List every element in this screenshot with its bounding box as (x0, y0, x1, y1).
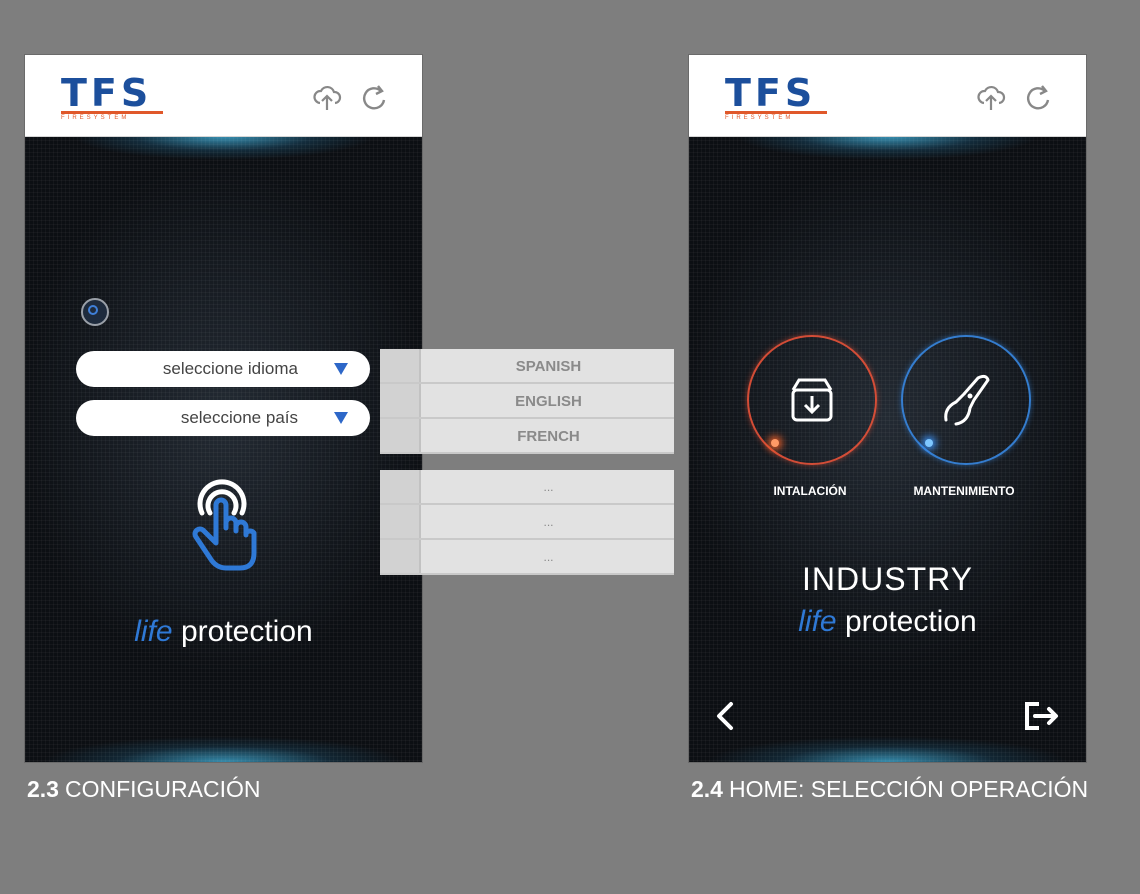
back-arrow-icon[interactable] (711, 700, 739, 732)
pliers-icon (944, 374, 990, 426)
dropdown-option[interactable]: SPANISH (380, 349, 674, 384)
country-dropdown: ... ... ... (380, 470, 674, 575)
caret-down-icon (334, 412, 348, 424)
tfs-logo: TFS FIRESYSTEM (61, 74, 165, 121)
maintenance-label: MANTENIMIENTO (913, 484, 1015, 498)
touch-hand-icon[interactable] (182, 473, 262, 573)
language-dropdown: SPANISH ENGLISH FRENCH (380, 349, 674, 454)
tagline: life protection (798, 605, 977, 638)
refresh-icon[interactable] (1024, 83, 1054, 113)
country-select[interactable]: seleccione país (76, 400, 370, 436)
refresh-icon[interactable] (360, 83, 390, 113)
install-label: INTALACIÓN (773, 484, 847, 498)
dropdown-option[interactable]: ENGLISH (380, 384, 674, 419)
caption-home: 2.4 HOME: SELECCIÓN OPERACIÓN (691, 776, 1089, 802)
cloud-upload-icon[interactable] (976, 83, 1006, 113)
logout-icon[interactable] (1023, 700, 1063, 732)
box-download-icon (791, 378, 833, 422)
dropdown-option[interactable]: ... (380, 540, 674, 575)
cloud-upload-icon[interactable] (312, 83, 342, 113)
install-button[interactable] (747, 335, 877, 465)
dropdown-option[interactable]: ... (380, 505, 674, 540)
industry-title: INDUSTRY (802, 561, 973, 597)
screen-background (25, 136, 422, 762)
caption-config: 2.3 CONFIGURACIÓN (27, 776, 261, 802)
language-select[interactable]: seleccione idioma (76, 351, 370, 387)
config-screen: TFS FIRESYSTEM seleccione idioma selecci… (25, 55, 422, 762)
dropdown-option[interactable]: FRENCH (380, 419, 674, 454)
dropdown-option[interactable]: ... (380, 470, 674, 505)
screen-background (689, 136, 1086, 762)
caret-down-icon (334, 363, 348, 375)
app-header: TFS FIRESYSTEM (689, 55, 1086, 137)
tfs-logo: TFS FIRESYSTEM (725, 74, 829, 121)
app-header: TFS FIRESYSTEM (25, 55, 422, 137)
tagline: life protection (134, 615, 313, 648)
maintenance-button[interactable] (901, 335, 1031, 465)
settings-icon[interactable] (81, 298, 109, 326)
home-screen: TFS FIRESYSTEM INTALACIÓN MANTENIMIENTO … (689, 55, 1086, 762)
